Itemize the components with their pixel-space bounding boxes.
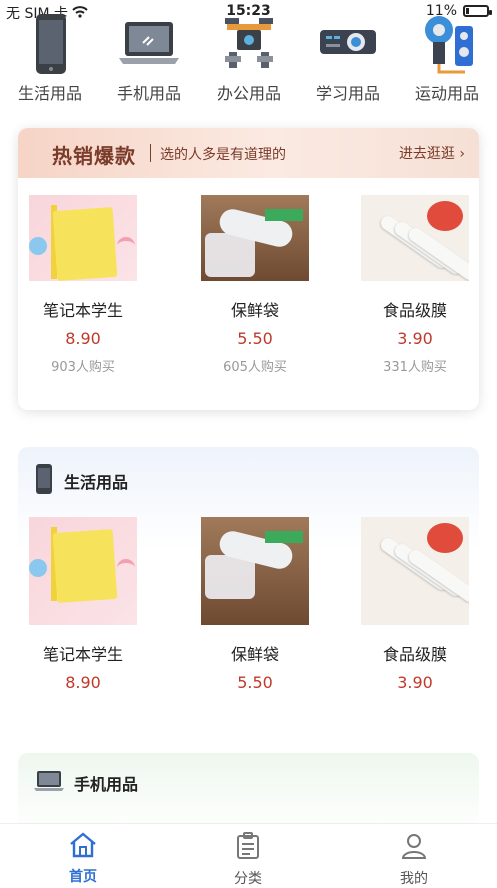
- tab-label: 首页: [69, 869, 97, 885]
- clipboard-icon: [235, 832, 261, 864]
- product-price: 8.90: [65, 673, 101, 692]
- product-price: 8.90: [65, 329, 101, 348]
- projector-icon: [316, 12, 380, 76]
- hot-sale-link-label: 进去逛逛: [398, 146, 455, 162]
- category-row: 生活用品 手机用品 办公用品 学习用品 运动用品: [0, 12, 497, 112]
- category-label: 学习用品: [315, 84, 380, 103]
- product-image-notebook: [29, 195, 137, 281]
- product-sold-count: 331人购买: [383, 360, 447, 375]
- product-image-film: [361, 195, 469, 281]
- product-name: 笔记本学生: [42, 645, 123, 664]
- phone-icon: [18, 12, 82, 76]
- laptop-icon: [34, 769, 64, 797]
- hot-sale-link[interactable]: 进去逛逛 ›: [399, 143, 465, 163]
- product-sold-count: 903人购买: [51, 360, 115, 375]
- home-icon: [68, 832, 98, 862]
- product-image-bag: [201, 195, 309, 281]
- section-header[interactable]: 手机用品: [34, 769, 138, 797]
- tab-label: 分类: [234, 871, 262, 887]
- category-item-office[interactable]: 办公用品: [204, 12, 294, 104]
- product-card[interactable]: 保鲜袋 5.50 605人购买: [190, 195, 320, 375]
- chevron-right-icon: ›: [459, 146, 465, 162]
- category-item-sport[interactable]: 运动用品: [402, 12, 492, 104]
- section-daily-goods: 生活用品 笔记本学生 8.90 保鲜袋 5.50 食品级膜 3.90: [18, 447, 479, 707]
- product-price: 3.90: [397, 329, 433, 348]
- product-image-film: [361, 517, 469, 625]
- product-image-notebook: [29, 517, 137, 625]
- category-label: 手机用品: [116, 84, 181, 103]
- product-name: 保鲜袋: [230, 301, 279, 320]
- product-price: 5.50: [237, 329, 273, 348]
- section-title: 生活用品: [64, 473, 129, 492]
- category-label: 办公用品: [216, 84, 281, 103]
- category-item-study[interactable]: 学习用品: [303, 12, 393, 104]
- product-price: 3.90: [397, 673, 433, 692]
- section-phone-goods: 手机用品: [18, 753, 479, 833]
- tab-home[interactable]: 首页: [33, 832, 133, 886]
- category-item-daily[interactable]: 生活用品: [5, 12, 95, 104]
- product-image-bag: [201, 517, 309, 625]
- product-card[interactable]: 食品级膜 3.90: [350, 517, 479, 692]
- hot-sale-card: 热销爆款 选的人多是有道理的 进去逛逛 › 笔记本学生 8.90 903人购买 …: [18, 128, 479, 410]
- product-name: 食品级膜: [382, 301, 447, 320]
- product-card[interactable]: 笔记本学生 8.90: [18, 517, 148, 692]
- user-icon: [400, 834, 428, 864]
- laptop-icon: [117, 12, 181, 76]
- banner-divider: [150, 144, 151, 162]
- phone-icon: [34, 463, 54, 499]
- product-card[interactable]: 笔记本学生 8.90 903人购买: [18, 195, 148, 375]
- hot-sale-title: 热销爆款: [52, 144, 136, 168]
- product-card[interactable]: 保鲜袋 5.50: [190, 517, 320, 692]
- tab-label: 我的: [400, 871, 428, 887]
- category-label: 生活用品: [17, 84, 82, 103]
- product-name: 笔记本学生: [42, 301, 123, 320]
- product-price: 5.50: [237, 673, 273, 692]
- section-header[interactable]: 生活用品: [34, 463, 128, 499]
- speaker-icon: [415, 12, 479, 76]
- tab-profile[interactable]: 我的: [364, 832, 464, 888]
- product-sold-count: 605人购买: [223, 360, 287, 375]
- hot-sale-subtitle: 选的人多是有道理的: [160, 147, 286, 163]
- tab-category[interactable]: 分类: [198, 832, 298, 888]
- product-name: 保鲜袋: [230, 645, 279, 664]
- category-item-phone[interactable]: 手机用品: [104, 12, 194, 104]
- bottom-tab-bar: 首页 分类 我的: [0, 823, 497, 887]
- product-card[interactable]: 食品级膜 3.90 331人购买: [350, 195, 479, 375]
- drone-icon: [217, 12, 281, 76]
- category-label: 运动用品: [414, 84, 479, 103]
- section-title: 手机用品: [74, 775, 139, 794]
- product-name: 食品级膜: [382, 645, 447, 664]
- hot-sale-banner[interactable]: 热销爆款 选的人多是有道理的 进去逛逛 ›: [18, 128, 479, 178]
